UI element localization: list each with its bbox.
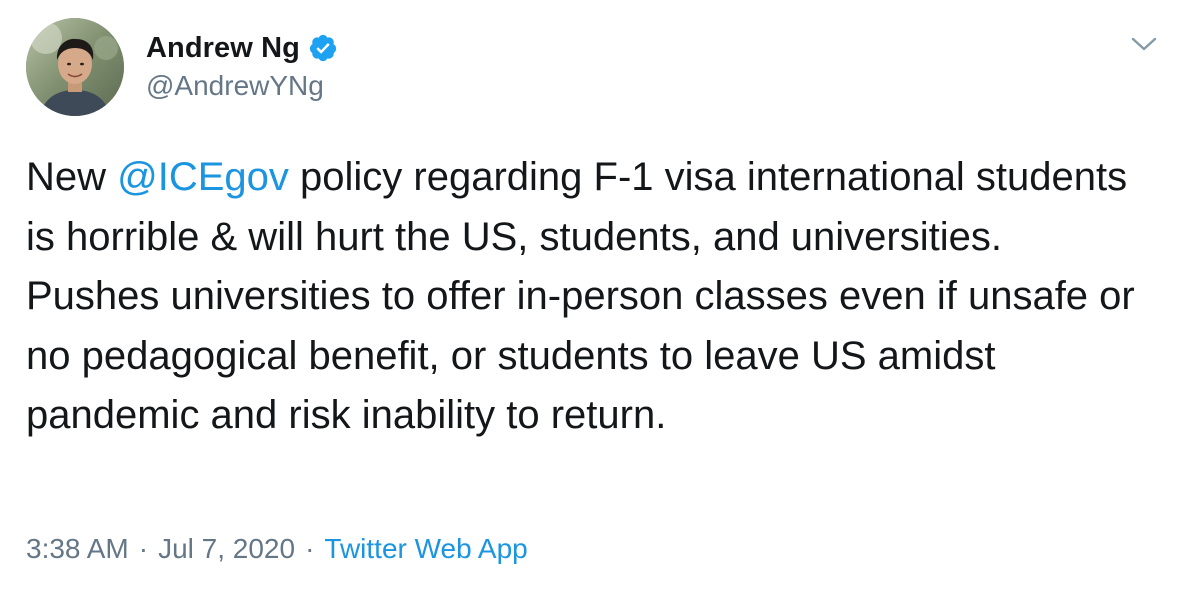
meta-separator: · [138, 533, 149, 564]
source-link[interactable]: Twitter Web App [324, 533, 527, 564]
verified-badge-icon [308, 33, 338, 63]
chevron-down-icon[interactable] [1128, 28, 1160, 60]
tweet-metadata: 3:38 AM · Jul 7, 2020 · Twitter Web App [26, 533, 528, 565]
mention-link[interactable]: @ICEgov [117, 155, 289, 199]
display-name[interactable]: Andrew Ng [146, 32, 300, 65]
tweet-text: New @ICEgov policy regarding F-1 visa in… [26, 148, 1146, 446]
tweet-date[interactable]: Jul 7, 2020 [158, 533, 295, 564]
author-info: Andrew Ng @AndrewYNg [146, 28, 338, 102]
avatar-photo [26, 18, 124, 116]
tweet-card: Andrew Ng @AndrewYNg New @ICEgov policy … [0, 0, 1186, 602]
avatar[interactable] [26, 18, 124, 116]
meta-separator: · [305, 533, 315, 564]
name-row: Andrew Ng [146, 28, 338, 68]
tweet-text-start: New [26, 155, 118, 199]
tweet-time[interactable]: 3:38 AM [26, 533, 129, 564]
user-handle[interactable]: @AndrewYNg [146, 70, 338, 102]
